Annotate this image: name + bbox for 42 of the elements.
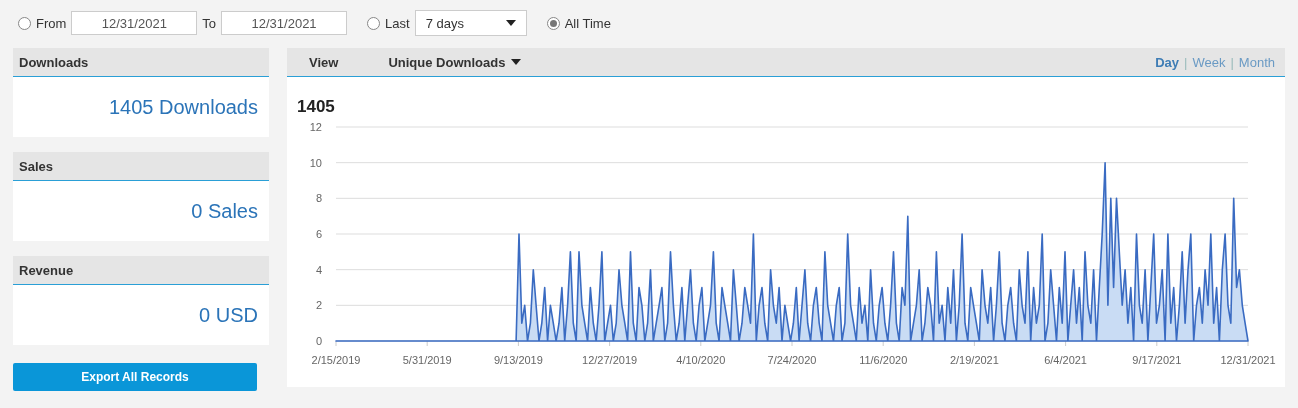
card-header: Revenue — [13, 256, 269, 285]
x-axis-label: 2/19/2021 — [949, 354, 999, 366]
y-axis-label: 10 — [309, 156, 322, 169]
date-field[interactable]: 12/31/2021 — [221, 11, 348, 35]
view-label: View — [309, 54, 339, 70]
x-axis-label: 12/31/2021 — [1220, 354, 1276, 366]
radio-button[interactable] — [367, 16, 381, 30]
radio-label: From — [36, 15, 67, 31]
radio-button[interactable] — [546, 16, 560, 30]
x-axis-label: 6/4/2021 — [1044, 354, 1087, 366]
separator: | — [1230, 54, 1234, 70]
stat-value: 0 USD — [199, 303, 258, 327]
x-axis-label: 9/13/2019 — [493, 354, 543, 366]
x-axis-label: 7/24/2020 — [767, 354, 817, 366]
x-axis-label: 12/27/2019 — [582, 354, 638, 366]
radio-label: Last — [385, 15, 410, 31]
y-axis-label: 12 — [309, 121, 322, 133]
metric-dropdown[interactable]: Unique Downloads — [388, 54, 522, 70]
y-axis-label: 0 — [315, 335, 322, 347]
separator: | — [1184, 54, 1188, 70]
period-link[interactable]: Day — [1155, 54, 1180, 70]
total-value: 1405 — [296, 96, 335, 117]
stat-value: 0 Sales — [191, 199, 258, 223]
stat-value: 1405 Downloads — [109, 95, 258, 119]
card-header: Sales — [13, 152, 269, 181]
x-axis-label: 2/15/2019 — [311, 354, 361, 366]
radio-button[interactable] — [18, 16, 31, 30]
radio-label: All Time — [564, 15, 611, 31]
y-axis-label: 2 — [315, 299, 322, 312]
x-axis-label: 5/31/2019 — [402, 354, 452, 366]
x-axis-label: 11/6/2020 — [859, 354, 908, 366]
period-dropdown[interactable]: 7 days — [414, 10, 527, 36]
caret-icon — [505, 20, 516, 26]
x-axis-label: 4/10/2020 — [676, 354, 726, 366]
caret-icon — [511, 59, 522, 65]
y-axis-label: 6 — [315, 228, 322, 240]
y-axis-label: 8 — [315, 192, 322, 205]
card-header: Downloads — [13, 48, 269, 77]
y-axis-label: 4 — [315, 263, 322, 276]
date-field[interactable]: 12/31/2021 — [71, 11, 198, 35]
to-label: To — [202, 15, 217, 31]
x-axis-label: 9/17/2021 — [1132, 354, 1182, 366]
